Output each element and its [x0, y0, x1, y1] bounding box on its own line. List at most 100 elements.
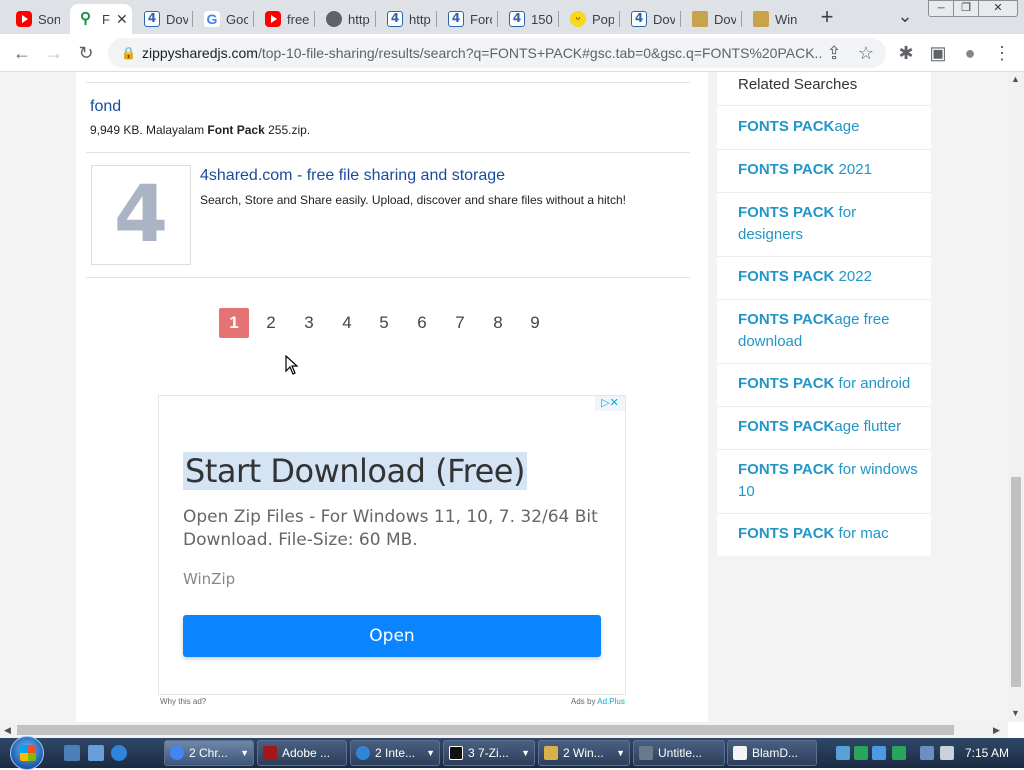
ad-banner[interactable]: ▷✕ Start Download (Free) Open Zip Files …: [158, 395, 626, 695]
horizontal-scrollbar[interactable]: ◀ ▶: [0, 722, 1008, 738]
related-search-item[interactable]: FONTS PACK 2022: [738, 266, 918, 288]
forward-button[interactable]: →: [42, 41, 66, 65]
result-title-link[interactable]: 4shared.com - free file sharing and stor…: [200, 167, 505, 185]
ads-by-label: Ads by: [571, 697, 596, 706]
divider: [717, 406, 931, 407]
related-search-item[interactable]: FONTS PACK for android: [738, 373, 918, 395]
chrome-menu-icon[interactable]: ⋮: [990, 41, 1014, 65]
tray-icon[interactable]: [892, 746, 906, 760]
page-7-link[interactable]: 7: [445, 308, 475, 338]
close-window-button[interactable]: ✕: [978, 0, 1018, 17]
ad-open-button[interactable]: Open: [183, 615, 601, 657]
tab-label: http: [348, 11, 370, 27]
scroll-right-arrow-icon[interactable]: ▶: [993, 725, 1000, 736]
tab-10[interactable]: 4 Dov: [621, 4, 677, 34]
lock-icon[interactable]: 🔒: [121, 38, 136, 68]
tab-label: 150: [531, 11, 553, 27]
tab-4[interactable]: free: [255, 4, 311, 34]
restore-button[interactable]: ❐: [953, 0, 979, 17]
taskbar-untitled[interactable]: Untitle...: [633, 740, 725, 766]
page-6-link[interactable]: 6: [407, 308, 437, 338]
scroll-down-arrow-icon[interactable]: ▼: [1011, 708, 1020, 718]
adchoices-icon[interactable]: ▷✕: [595, 396, 625, 411]
scroll-up-arrow-icon[interactable]: ▲: [1011, 74, 1020, 84]
switch-windows-icon[interactable]: [88, 745, 104, 761]
tab-8[interactable]: 4 150: [499, 4, 555, 34]
related-search-item[interactable]: FONTS PACKage flutter: [738, 416, 918, 438]
taskbar-chrome[interactable]: 2 Chr... ▼: [164, 740, 254, 766]
page-4-link[interactable]: 4: [332, 308, 362, 338]
youtube-icon: [16, 11, 32, 27]
related-search-item[interactable]: FONTS PACK for mac: [738, 523, 918, 545]
page-1-current[interactable]: 1: [219, 308, 249, 338]
tab-1-active[interactable]: ⚲ F ✕: [70, 4, 132, 34]
tray-icon[interactable]: [854, 746, 868, 760]
vertical-scrollbar[interactable]: ▲ ▼: [1008, 72, 1024, 722]
taskbar-blamd[interactable]: BlamD...: [727, 740, 817, 766]
taskbar-winzip[interactable]: 2 Win... ▼: [538, 740, 630, 766]
side-panel-icon[interactable]: ▣: [926, 41, 950, 65]
related-search-item[interactable]: FONTS PACK for designers: [738, 202, 918, 246]
related-suffix: 2021: [834, 161, 872, 178]
extensions-icon[interactable]: ✱: [894, 41, 918, 65]
vertical-scroll-thumb[interactable]: [1011, 477, 1021, 687]
system-clock[interactable]: 7:15 AM: [962, 738, 1012, 768]
tab-divider: [497, 11, 498, 27]
tray-icon[interactable]: [836, 746, 850, 760]
page-viewport: fond 9,949 KB. Malayalam Font Pack 255.z…: [0, 72, 1008, 722]
start-button[interactable]: [10, 736, 44, 770]
result-thumbnail[interactable]: 4: [91, 165, 191, 265]
tab-7[interactable]: 4 Forc: [438, 4, 494, 34]
tab-2[interactable]: 4 Dov: [134, 4, 190, 34]
tab-divider: [192, 11, 193, 27]
taskbar-7zip[interactable]: 3 7-Zi... ▼: [443, 740, 535, 766]
horizontal-scroll-thumb[interactable]: [17, 725, 954, 735]
related-search-item[interactable]: FONTS PACK 2021: [738, 159, 918, 181]
tab-11[interactable]: Dov: [682, 4, 738, 34]
share-icon[interactable]: ⇪: [822, 41, 846, 65]
tab-9[interactable]: ᵕ Pop: [560, 4, 616, 34]
profile-avatar-icon[interactable]: ●: [958, 41, 982, 65]
page-5-link[interactable]: 5: [369, 308, 399, 338]
back-button[interactable]: ←: [10, 41, 34, 65]
tab-6[interactable]: 4 http: [377, 4, 433, 34]
tab-divider: [314, 11, 315, 27]
address-bar[interactable]: 🔒 zippysharedjs.com/top-10-file-sharing/…: [108, 38, 886, 68]
tab-close-icon[interactable]: ✕: [116, 11, 128, 28]
volume-muted-icon[interactable]: [940, 746, 954, 760]
scroll-left-arrow-icon[interactable]: ◀: [4, 725, 11, 736]
ie-icon: [356, 746, 370, 760]
related-search-item[interactable]: FONTS PACK for windows 10: [738, 459, 918, 503]
ie-quicklaunch-icon[interactable]: [111, 745, 127, 761]
related-search-item[interactable]: FONTS PACKage: [738, 116, 918, 138]
page-8-link[interactable]: 8: [483, 308, 513, 338]
page-9-link[interactable]: 9: [520, 308, 550, 338]
result-title-link[interactable]: fond: [90, 98, 121, 116]
tab-search-button[interactable]: ⌄: [893, 6, 917, 30]
archive-icon: [753, 11, 769, 27]
related-search-item[interactable]: FONTS PACKage free download: [738, 309, 918, 353]
tab-0[interactable]: Son: [6, 4, 68, 34]
tray-icon[interactable]: [872, 746, 886, 760]
doc-icon: [733, 746, 747, 760]
page-3-link[interactable]: 3: [294, 308, 324, 338]
reload-button[interactable]: ↻: [74, 41, 98, 65]
tab-3[interactable]: G Goc: [194, 4, 250, 34]
tab-5[interactable]: http: [316, 4, 372, 34]
taskbar-adobe[interactable]: Adobe ...: [257, 740, 347, 766]
taskbar-ie[interactable]: 2 Inte... ▼: [350, 740, 440, 766]
page-2-link[interactable]: 2: [256, 308, 286, 338]
bookmark-star-icon[interactable]: ☆: [854, 41, 878, 65]
tab-12[interactable]: Win: [743, 4, 799, 34]
why-this-ad-link[interactable]: Why this ad?: [160, 697, 206, 706]
ad-headline[interactable]: Start Download (Free): [183, 452, 527, 490]
new-tab-button[interactable]: +: [814, 4, 840, 30]
network-icon[interactable]: [920, 746, 934, 760]
tab-label: Forc: [470, 11, 492, 27]
ads-by-link[interactable]: Ad.Plus: [597, 697, 625, 706]
tab-label: Dov: [714, 11, 736, 27]
show-desktop-icon[interactable]: [64, 745, 80, 761]
tab-divider: [619, 11, 620, 27]
app-icon: [639, 746, 653, 760]
minimize-button[interactable]: ─: [928, 0, 954, 17]
